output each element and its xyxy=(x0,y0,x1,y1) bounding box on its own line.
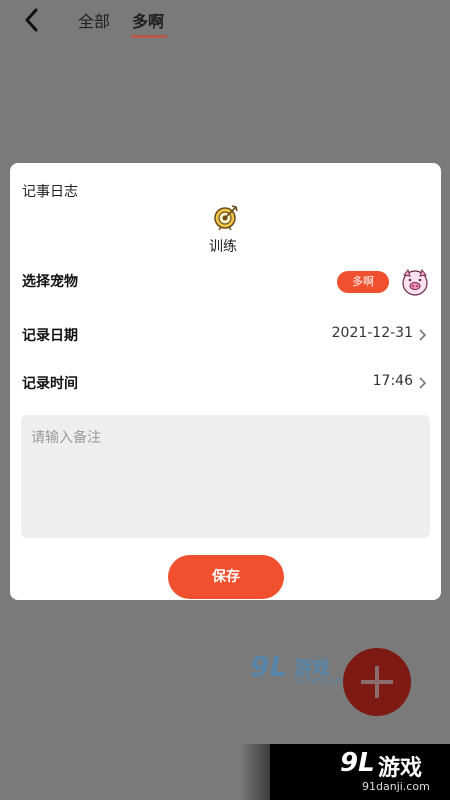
back-icon[interactable] xyxy=(20,6,44,34)
record-date-label: 记录日期 xyxy=(22,328,78,344)
watermark-fade xyxy=(240,744,300,800)
tab-pet[interactable]: 多啊 xyxy=(132,8,164,32)
category-label: 训练 xyxy=(209,239,237,255)
tab-all[interactable]: 全部 xyxy=(78,8,110,32)
watermark-corner-name: 游戏 xyxy=(378,756,423,781)
watermark-url: 91danji.com xyxy=(294,676,350,686)
record-time-value[interactable]: 17:46 xyxy=(373,373,413,389)
watermark-logo: 9L 游戏 91danji.com xyxy=(250,650,350,690)
log-dialog: 记事日志 训练 选择宠物 多啊 记录日期 2021-12-31 记录时间 17:… xyxy=(10,163,441,600)
pig-avatar-icon[interactable] xyxy=(399,266,431,298)
record-date-value[interactable]: 2021-12-31 xyxy=(332,325,413,341)
record-time-label: 记录时间 xyxy=(22,376,78,392)
watermark-corner-mark: 9L xyxy=(340,748,375,778)
chevron-right-icon[interactable] xyxy=(417,327,427,341)
watermark-corner-url: 91danji.com xyxy=(362,780,430,793)
plus-icon-stroke xyxy=(375,666,379,698)
add-button[interactable] xyxy=(343,648,411,716)
active-tab-indicator xyxy=(131,35,167,38)
note-input[interactable] xyxy=(21,415,430,538)
top-bar: 全部 多啊 xyxy=(0,0,450,44)
selected-pet-chip[interactable]: 多啊 xyxy=(337,271,389,293)
save-button[interactable]: 保存 xyxy=(168,555,284,599)
target-icon xyxy=(212,203,240,231)
watermark-corner: 9L 游戏 91danji.com xyxy=(240,744,450,800)
select-pet-label: 选择宠物 xyxy=(22,274,78,290)
dialog-title: 记事日志 xyxy=(22,184,78,200)
watermark-mark: 9L xyxy=(250,650,288,683)
chevron-right-icon[interactable] xyxy=(417,375,427,389)
